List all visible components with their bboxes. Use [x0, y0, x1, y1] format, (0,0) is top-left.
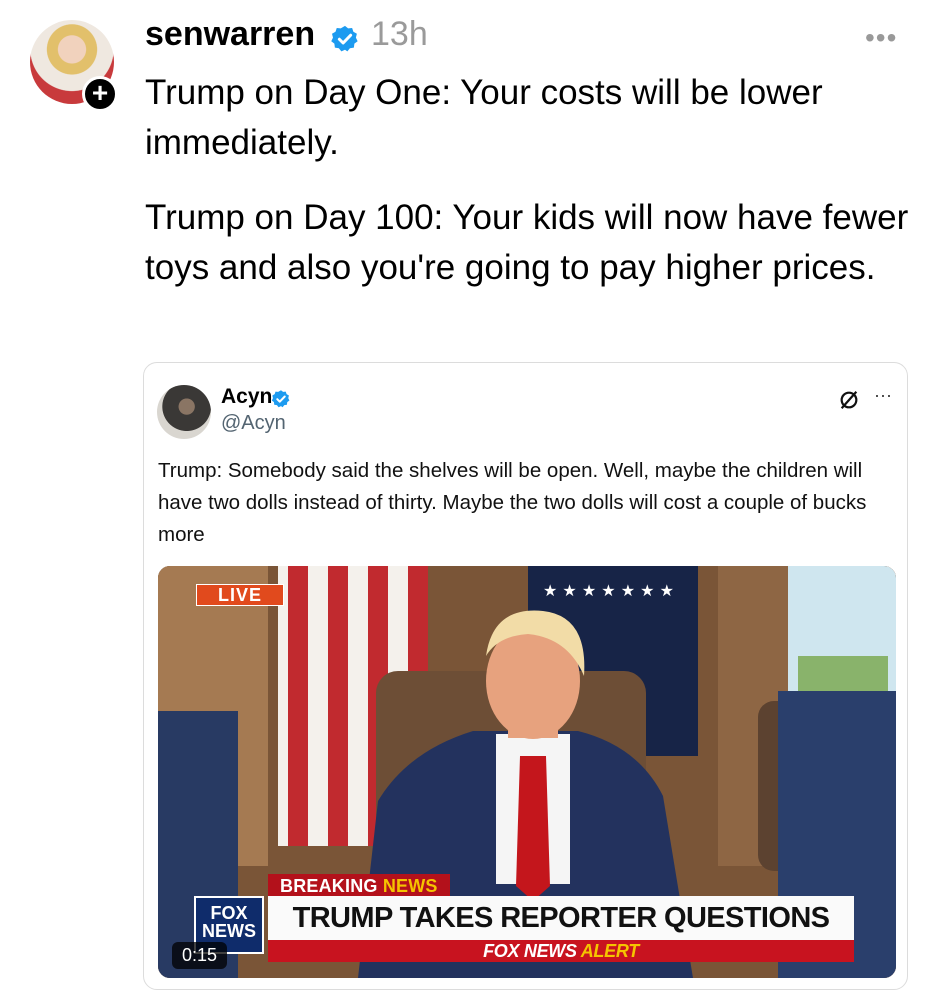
live-badge: LIVE — [196, 584, 284, 606]
follow-plus-icon[interactable]: + — [82, 76, 118, 112]
breaking-label: BREAKING — [280, 876, 378, 896]
breaking-news-word: NEWS — [382, 876, 438, 896]
quoted-post-text: Trump: Somebody said the shelves will be… — [158, 459, 867, 546]
fox-logo-line: FOX — [210, 903, 248, 923]
quoted-author-avatar[interactable] — [157, 385, 211, 439]
quoted-post-card[interactable]: Acyn @Acyn ··· Trump: Somebody said the … — [143, 362, 908, 990]
news-headline: TRUMP TAKES REPORTER QUESTIONS — [268, 896, 854, 940]
post-paragraph: Trump on Day 100: Your kids will now hav… — [145, 198, 909, 287]
more-options-icon[interactable]: ••• — [865, 22, 897, 54]
video-player[interactable]: ★ ★ ★ ★ ★ ★ ★ LIVE BREAKING NEWS TRUMP T… — [158, 566, 896, 978]
post-body: Trump on Day One: Your costs will be low… — [145, 68, 915, 318]
quoted-author-name[interactable]: Acyn — [221, 385, 272, 409]
video-duration: 0:15 — [172, 942, 228, 969]
alert-prefix: FOX NEWS — [483, 941, 577, 961]
fox-logo-line: NEWS — [202, 921, 256, 941]
alert-word: ALERT — [580, 941, 639, 961]
fox-news-alert-bar: FOX NEWS ALERT — [268, 940, 854, 962]
quoted-author-handle[interactable]: @Acyn — [221, 412, 286, 435]
svg-text:★ ★ ★ ★ ★ ★ ★: ★ ★ ★ ★ ★ ★ ★ — [543, 581, 674, 600]
author-username[interactable]: senwarren — [145, 15, 315, 54]
post-timestamp: 13h — [371, 15, 428, 53]
quoted-more-icon[interactable]: ··· — [874, 385, 892, 406]
threads-link-icon[interactable] — [838, 389, 860, 411]
post-paragraph: Trump on Day One: Your costs will be low… — [145, 73, 823, 162]
verified-badge-icon — [331, 25, 358, 52]
verified-badge-icon — [271, 390, 290, 408]
